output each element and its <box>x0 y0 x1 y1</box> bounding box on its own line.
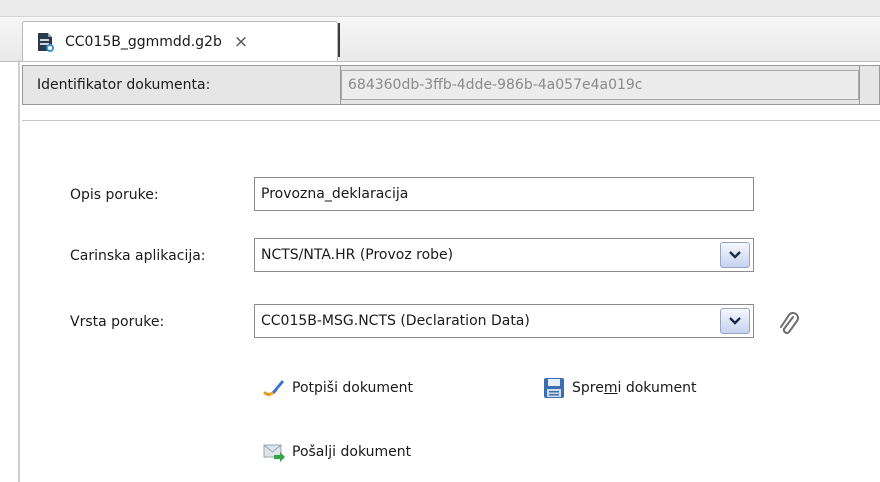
sign-document-label: Potpiši dokument <box>292 380 414 396</box>
tab-separator <box>338 23 340 57</box>
vrsta-value: CC015B-MSG.NCTS (Declaration Data) <box>261 313 530 329</box>
opis-label: Opis poruke: <box>70 187 159 203</box>
tab-bar: CC015B_ggmmdd.g2b × <box>0 16 880 62</box>
document-tab[interactable]: CC015B_ggmmdd.g2b × <box>22 21 338 61</box>
vrsta-select[interactable]: CC015B-MSG.NCTS (Declaration Data) <box>254 304 754 338</box>
carinska-label: Carinska aplikacija: <box>70 248 206 264</box>
identifier-field[interactable]: 684360db-3ffb-4dde-986b-4a057e4a019c <box>341 70 859 100</box>
chevron-down-icon <box>729 251 741 259</box>
save-document-button[interactable]: Spremi dokument <box>542 376 696 400</box>
tab-title: CC015B_ggmmdd.g2b <box>65 33 222 50</box>
carinska-dropdown-button[interactable] <box>720 242 750 268</box>
paperclip-icon[interactable] <box>776 312 802 338</box>
send-document-button[interactable]: Pošalji dokument <box>262 440 411 464</box>
sign-document-button[interactable]: Potpiši dokument <box>262 376 413 400</box>
sign-icon <box>263 380 284 396</box>
panel-left-border <box>18 60 20 482</box>
carinska-select[interactable]: NCTS/NTA.HR (Provoz robe) <box>254 238 754 272</box>
document-icon <box>38 32 54 52</box>
chevron-down-icon <box>729 317 741 325</box>
save-document-label: Spremi dokument <box>572 380 697 396</box>
top-strip <box>0 0 880 16</box>
close-icon[interactable]: × <box>234 32 248 52</box>
opis-input[interactable]: Provozna_deklaracija <box>254 177 754 211</box>
send-envelope-icon <box>263 444 285 462</box>
identifier-row-divider <box>859 66 860 104</box>
header-divider <box>22 120 880 121</box>
vrsta-label: Vrsta poruke: <box>70 314 165 330</box>
send-document-label: Pošalji dokument <box>292 444 412 460</box>
carinska-value: NCTS/NTA.HR (Provoz robe) <box>261 247 454 263</box>
identifier-label: Identifikator dokumenta: <box>23 66 341 104</box>
identifier-row: Identifikator dokumenta: 684360db-3ffb-4… <box>22 65 880 105</box>
floppy-disk-icon <box>544 378 564 398</box>
vrsta-dropdown-button[interactable] <box>720 308 750 334</box>
